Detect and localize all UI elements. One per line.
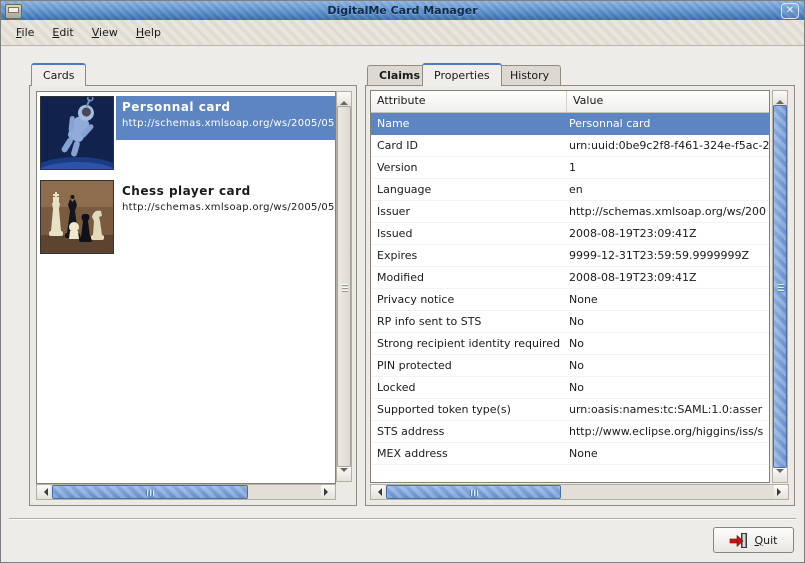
attribute-cell: Issuer [371,201,567,222]
app-window: DigitalMe Card Manager ✕ File Edit View … [0,0,805,563]
chess-card-image [41,181,113,253]
tab-history[interactable]: History [498,65,561,86]
attribute-cell: STS address [371,421,567,442]
cards-hscroll-thumb[interactable] [52,485,248,499]
table-row[interactable]: Modified2008-08-19T23:09:41Z [371,267,769,289]
cards-vscroll-thumb[interactable] [337,106,351,467]
table-row[interactable]: Languageen [371,179,769,201]
footer-separator [9,518,796,520]
attribute-cell: PIN protected [371,355,567,376]
value-cell: urn:uuid:0be9c2f8-f461-324e-f5ac-2 [567,135,769,156]
properties-hscroll-thumb[interactable] [386,485,561,499]
value-cell: 1 [567,157,769,178]
table-row[interactable]: Expires9999-12-31T23:59:59.9999999Z [371,245,769,267]
card-text: Personnal card http://schemas.xmlsoap.org… [116,96,336,140]
quit-button[interactable]: Quit [713,527,794,553]
table-row[interactable]: MEX addressNone [371,443,769,465]
value-cell: No [567,377,769,398]
attribute-cell: Name [371,113,567,134]
table-row[interactable]: NamePersonnal card [371,113,769,135]
cards-panel: Personnal card http://schemas.xmlsoap.org… [29,85,357,506]
astronaut-card-image [40,96,114,170]
attribute-cell: Modified [371,267,567,288]
cards-horizontal-scrollbar[interactable] [36,484,336,500]
card-title: Personnal card [122,100,336,114]
value-cell: No [567,311,769,332]
menu-edit[interactable]: Edit [43,23,82,42]
card-title: Chess player card [122,184,336,198]
attribute-cell: Privacy notice [371,289,567,310]
cards-vertical-scrollbar[interactable] [336,91,352,482]
scroll-right-icon[interactable] [774,485,788,499]
chess-card-image [40,180,114,254]
properties-vertical-scrollbar[interactable] [772,90,788,483]
properties-panel: Attribute Value NamePersonnal cardCard I… [365,85,795,506]
menubar: File Edit View Help [1,20,804,46]
menu-help[interactable]: Help [127,23,170,42]
tab-cards[interactable]: Cards [31,63,86,86]
attribute-cell: Language [371,179,567,200]
scroll-up-icon[interactable] [773,91,787,105]
table-row[interactable]: RP info sent to STSNo [371,311,769,333]
attribute-cell: MEX address [371,443,567,464]
value-cell: No [567,333,769,354]
card-list-item[interactable]: Personnal card http://schemas.xmlsoap.org… [37,92,335,176]
attribute-cell: RP info sent to STS [371,311,567,332]
quit-door-icon [729,532,749,549]
close-icon[interactable]: ✕ [781,3,799,19]
value-cell: 9999-12-31T23:59:59.9999999Z [567,245,769,266]
properties-vscroll-thumb[interactable] [773,105,787,468]
attribute-cell: Version [371,157,567,178]
card-text: Chess player card http://schemas.xmlsoap.… [116,180,336,224]
value-cell: 2008-08-19T23:09:41Z [567,267,769,288]
cards-list: Personnal card http://schemas.xmlsoap.org… [36,91,336,484]
value-cell: No [567,355,769,376]
scroll-down-icon[interactable] [337,467,351,481]
value-cell: en [567,179,769,200]
menu-view[interactable]: View [83,23,127,42]
table-row[interactable]: PIN protectedNo [371,355,769,377]
scroll-right-icon[interactable] [321,485,335,499]
value-cell: 2008-08-19T23:09:41Z [567,223,769,244]
astronaut-card-image [41,97,113,169]
properties-horizontal-scrollbar[interactable] [370,484,789,500]
card-url: http://schemas.xmlsoap.org/ws/2005/05/id… [122,118,336,129]
attribute-cell: Strong recipient identity required [371,333,567,354]
attribute-cell: Locked [371,377,567,398]
table-row[interactable]: Card IDurn:uuid:0be9c2f8-f461-324e-f5ac-… [371,135,769,157]
table-row[interactable]: Version1 [371,157,769,179]
table-row[interactable]: Strong recipient identity requiredNo [371,333,769,355]
window-title: DigitalMe Card Manager [1,4,804,17]
table-row[interactable]: Supported token type(s)urn:oasis:names:t… [371,399,769,421]
card-url: http://schemas.xmlsoap.org/ws/2005/05/id… [122,202,336,213]
scroll-left-icon[interactable] [371,485,385,499]
value-cell: Personnal card [567,113,769,134]
column-header-attribute[interactable]: Attribute [371,91,567,112]
table-row[interactable]: LockedNo [371,377,769,399]
scroll-left-icon[interactable] [37,485,51,499]
table-row[interactable]: Issued2008-08-19T23:09:41Z [371,223,769,245]
value-cell: http://schemas.xmlsoap.org/ws/200 [567,201,769,222]
table-row[interactable]: Issuerhttp://schemas.xmlsoap.org/ws/200 [371,201,769,223]
value-cell: urn:oasis:names:tc:SAML:1.0:asser [567,399,769,420]
value-cell: None [567,289,769,310]
table-row[interactable]: Privacy noticeNone [371,289,769,311]
attribute-cell: Issued [371,223,567,244]
attribute-cell: Expires [371,245,567,266]
titlebar[interactable]: DigitalMe Card Manager ✕ [1,1,804,21]
scroll-up-icon[interactable] [337,92,351,106]
table-row[interactable]: STS addresshttp://www.eclipse.org/higgin… [371,421,769,443]
card-list-item[interactable]: Chess player card http://schemas.xmlsoap.… [37,176,335,260]
attribute-cell: Card ID [371,135,567,156]
attribute-cell: Supported token type(s) [371,399,567,420]
quit-label: Quit [754,534,777,547]
table-header-row: Attribute Value [371,91,769,113]
value-cell: http://www.eclipse.org/higgins/iss/s [567,421,769,442]
value-cell: None [567,443,769,464]
scroll-down-icon[interactable] [773,468,787,482]
column-header-value[interactable]: Value [567,91,769,112]
properties-table: Attribute Value NamePersonnal cardCard I… [370,90,770,483]
menu-file[interactable]: File [7,23,43,42]
tab-properties[interactable]: Properties [422,63,502,86]
